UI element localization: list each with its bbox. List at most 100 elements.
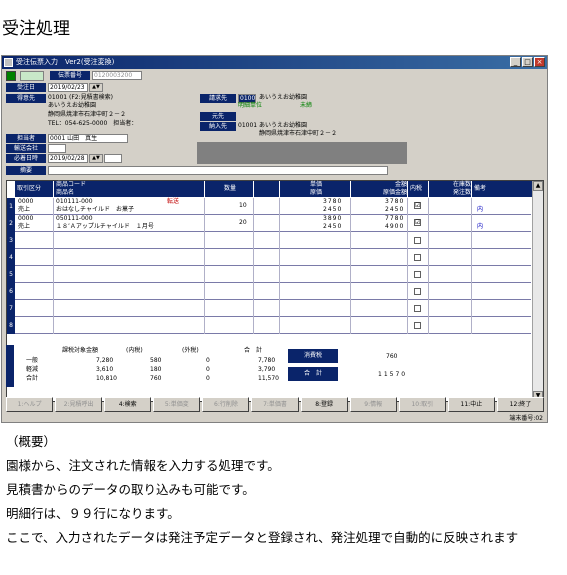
close-button[interactable]: × <box>534 57 545 67</box>
mode-field[interactable] <box>20 71 44 81</box>
sum-h-total: 合 計 <box>244 347 263 354</box>
sum-h-taxable: 課税対象金額 <box>62 347 99 354</box>
summary-cell-b: 580 <box>150 357 162 364</box>
window-titlebar: 受注伝票入力 Ver2(受注変換) _ □ × <box>2 56 547 69</box>
customer-tel: TEL：054-625-0000 担当者： <box>48 120 138 127</box>
due-date-spinner[interactable]: ▲▼ <box>89 154 103 163</box>
fkey-button-7[interactable]: 8:登録 <box>300 397 348 412</box>
column-divider <box>428 198 429 334</box>
cell-unit-price[interactable]: 3780 <box>323 198 342 206</box>
minimize-button[interactable]: _ <box>510 57 521 67</box>
row-number: 8 <box>7 317 15 334</box>
cell-name: おはなしチャイルド お菓子 <box>56 206 134 213</box>
fkey-button-2[interactable]: 2:見積呼出 <box>55 397 103 412</box>
summary-panel: 課税対象金額 (内税) (外税) 合 計 一般 7,280 580 0 7,780 軽減 3… <box>6 345 544 387</box>
cell-code[interactable]: 050111-000 <box>56 215 93 223</box>
tax-checkbox[interactable] <box>414 237 421 244</box>
info-panel <box>197 142 407 164</box>
col-note: 備考 <box>472 181 532 197</box>
due-date-field[interactable]: 2019/02/28 <box>48 154 88 163</box>
col-cost-price: 原価 <box>280 189 350 197</box>
fkey-button-9[interactable]: 10:取引 <box>398 397 446 412</box>
col-stock: 在庫数 <box>429 181 471 189</box>
fkey-button-8[interactable]: 9:情報 <box>349 397 397 412</box>
tax-checkbox[interactable] <box>414 288 421 295</box>
staff-label: 担当者 <box>6 134 46 143</box>
column-divider <box>279 198 280 334</box>
cell-kind-name: 売上 <box>18 206 31 213</box>
memo-label: 摘要 <box>6 166 46 175</box>
customer-code[interactable]: 01001 (F2:見積書検索) <box>48 94 113 102</box>
row-divider <box>15 282 531 283</box>
terminal-status: 端末番号:02 <box>509 415 543 422</box>
delivery-address: 静岡県焼津市石津中町２－２ <box>259 130 338 137</box>
column-divider <box>53 198 54 334</box>
description-line-1: 園様から、注文された情報を入力する処理です。 <box>6 458 280 473</box>
tax-checkbox[interactable] <box>414 305 421 312</box>
row-divider <box>15 333 531 334</box>
cell-note: 内 <box>477 206 484 213</box>
customer-label: 得意先 <box>6 94 46 103</box>
fkey-button-10[interactable]: 11:中止 <box>447 397 495 412</box>
cell-qty[interactable]: 20 <box>239 219 247 227</box>
tax-checkbox[interactable]: ☑ <box>414 202 421 209</box>
delivery-name: あいうえお幼稚園 <box>259 122 308 129</box>
row-number: 1 <box>7 198 15 215</box>
summary-cell-b: 180 <box>150 366 162 373</box>
carrier-field[interactable] <box>48 144 66 153</box>
due-time-field[interactable] <box>104 154 122 163</box>
cell-code[interactable]: 010111-000 <box>56 198 93 206</box>
tax-label: 消費税 <box>288 349 338 363</box>
ref-label: 伝票番号 <box>50 71 90 80</box>
summary-cell-label: 軽減 <box>26 366 39 373</box>
fkey-button-1[interactable]: 1:ヘルプ <box>6 397 54 412</box>
tax-checkbox[interactable] <box>414 254 421 261</box>
cell-unit-price[interactable]: 3890 <box>323 215 342 223</box>
description-heading: （概要） <box>6 434 57 449</box>
row-number: 2 <box>7 215 15 232</box>
memo-field[interactable] <box>48 166 388 175</box>
fkey-button-4[interactable]: 5:単価変 <box>153 397 201 412</box>
summary-cell-c: 0 <box>206 366 210 373</box>
order-date-field[interactable]: 2019/02/23 <box>48 83 88 92</box>
total-value: 11570 <box>378 371 408 378</box>
fkey-button-6[interactable]: 7:単価書 <box>251 397 299 412</box>
scroll-up-icon[interactable]: ▲ <box>533 181 543 191</box>
staff-field[interactable]: 0001 山田 真生 <box>48 134 128 143</box>
maximize-button[interactable]: □ <box>522 57 533 67</box>
billing-unit-label: 明細単位 <box>238 102 263 109</box>
tax-checkbox[interactable]: ☑ <box>414 219 421 226</box>
column-divider <box>471 198 472 334</box>
cell-amount: 7780 <box>385 215 405 222</box>
app-icon <box>4 58 13 67</box>
col-kind: 取引区分 <box>15 181 53 197</box>
summary-cell-b: 760 <box>150 375 162 382</box>
cell-qty[interactable]: 10 <box>239 202 247 210</box>
col-tax: 内税 <box>408 181 428 197</box>
column-divider <box>204 198 205 334</box>
tax-value: 760 <box>386 353 398 360</box>
ref-field[interactable]: 0120003200 <box>92 71 142 80</box>
cell-kind[interactable]: 0000 <box>18 215 33 223</box>
row-divider <box>15 316 531 317</box>
fkey-button-11[interactable]: 12:終了 <box>496 397 545 412</box>
due-label: 必着日時 <box>6 154 46 163</box>
fkey-button-3[interactable]: 4:検索 <box>104 397 152 412</box>
col-amount: 金額 <box>351 181 407 189</box>
summary-cell-c: 0 <box>206 375 210 382</box>
status-indicator-icon <box>6 71 16 81</box>
fkey-button-5[interactable]: 6:行削除 <box>202 397 250 412</box>
billing-unit-value: 未締 <box>300 102 313 109</box>
summary-cell-a: 3,610 <box>96 366 114 373</box>
col-order-qty: 発注数 <box>429 189 471 197</box>
tax-checkbox[interactable] <box>414 271 421 278</box>
order-date-label: 受注日 <box>6 83 46 92</box>
row-number: 3 <box>7 232 15 249</box>
column-divider <box>407 198 408 334</box>
delivery-code[interactable]: 01001 <box>238 122 257 130</box>
tax-checkbox[interactable] <box>414 322 421 329</box>
cell-cost-price: 2450 <box>323 223 343 230</box>
order-date-spinner[interactable]: ▲▼ <box>89 83 103 92</box>
carrier-label: 輸送会社 <box>6 144 46 153</box>
cell-kind[interactable]: 0000 <box>18 198 33 206</box>
